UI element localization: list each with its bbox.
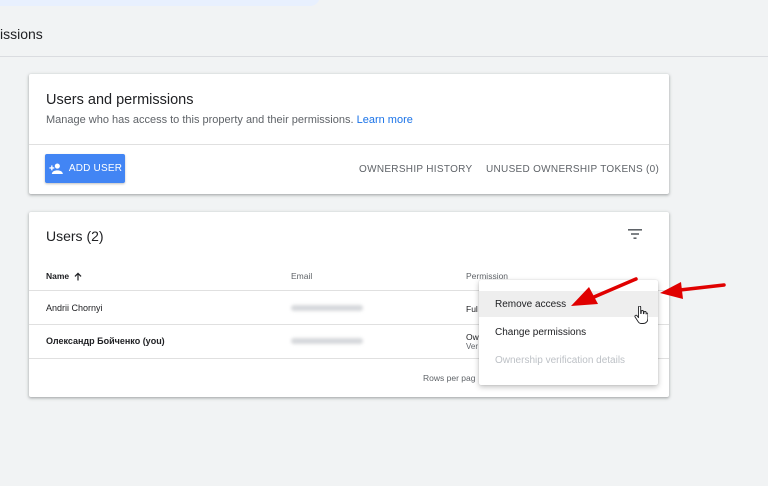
users-permissions-card: Users and permissions Manage who has acc… bbox=[29, 74, 669, 194]
card-subtitle-text: Manage who has access to this property a… bbox=[46, 114, 354, 126]
top-pill bbox=[0, 0, 320, 6]
ownership-history-button[interactable]: OWNERSHIP HISTORY bbox=[359, 164, 472, 175]
top-divider bbox=[0, 56, 768, 57]
user-name-cell: Andrii Chornyi bbox=[46, 303, 103, 313]
add-person-icon bbox=[49, 163, 63, 174]
user-name-cell: Олександр Бойченко (you) bbox=[46, 336, 165, 346]
hand-pointer-icon bbox=[634, 306, 648, 324]
add-user-button[interactable]: ADD USER bbox=[45, 154, 125, 183]
column-name-label: Name bbox=[46, 271, 70, 281]
card-divider bbox=[29, 144, 669, 145]
permission-cell: Ow bbox=[466, 332, 479, 342]
add-user-label: ADD USER bbox=[68, 163, 123, 174]
email-cell-redacted bbox=[291, 305, 363, 311]
page-title: issions bbox=[0, 26, 43, 42]
email-cell-redacted bbox=[291, 338, 363, 344]
sort-arrow-up-icon bbox=[74, 272, 82, 280]
menu-item-change-permissions[interactable]: Change permissions bbox=[479, 319, 658, 345]
card-subtitle: Manage who has access to this property a… bbox=[46, 114, 413, 126]
card-title: Users and permissions bbox=[46, 92, 194, 108]
learn-more-link[interactable]: Learn more bbox=[357, 114, 413, 126]
column-header-name[interactable]: Name bbox=[46, 271, 82, 281]
column-header-email: Email bbox=[291, 271, 313, 281]
menu-item-ownership-verification: Ownership verification details bbox=[495, 354, 626, 366]
users-count-title: Users (2) bbox=[46, 228, 104, 244]
menu-item-remove-access[interactable]: Remove access bbox=[479, 291, 658, 317]
permission-cell: Ful bbox=[466, 304, 478, 314]
filter-icon[interactable] bbox=[628, 228, 642, 240]
rows-per-page-label: Rows per pag bbox=[423, 373, 476, 383]
permission-sub-cell: Ver bbox=[466, 342, 479, 351]
row-actions-menu: Remove access Change permissions Ownersh… bbox=[479, 280, 658, 385]
annotation-arrow bbox=[660, 282, 726, 299]
unused-tokens-button[interactable]: UNUSED OWNERSHIP TOKENS (0) bbox=[486, 164, 659, 175]
